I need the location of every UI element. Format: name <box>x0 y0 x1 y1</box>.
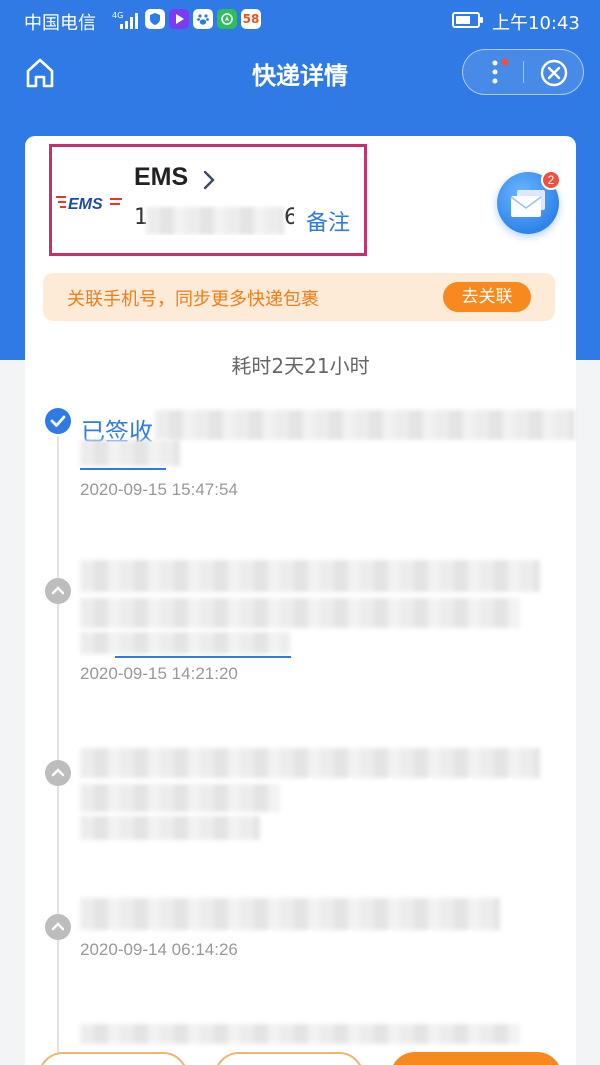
redacted-tracking-number <box>146 207 284 235</box>
mini-program-capsule <box>462 49 584 95</box>
bottom-primary-button[interactable] <box>390 1052 562 1065</box>
chevron-up-icon <box>45 578 71 604</box>
redacted-event-detail <box>80 784 280 812</box>
tracking-number: 1 6 <box>134 205 294 235</box>
chevron-right-icon <box>203 170 215 190</box>
compass-app-icon <box>217 9 237 29</box>
delivery-duration: 耗时2天21小时 <box>231 354 370 378</box>
58-app-icon: 58 <box>241 9 261 29</box>
battery-level <box>456 16 470 24</box>
link-phone-banner: 关联手机号，同步更多快递包裹 去关联 <box>43 273 555 321</box>
express-card: EMS EMS 1 6 备注 2 关联手机号，同步更多快递包裹 去关联 耗时2天… <box>25 136 576 1065</box>
courier-info[interactable]: EMS EMS 1 6 备注 <box>49 144 367 256</box>
event-link-underline <box>115 656 291 658</box>
carrier-name: 中国电信 <box>24 13 96 34</box>
redacted-event-detail <box>80 632 290 654</box>
redacted-event-detail <box>80 440 180 466</box>
status-bar: 中国电信 4G 58 上午10:43 <box>0 0 600 42</box>
redacted-event-detail <box>155 410 575 440</box>
redacted-event-detail <box>80 598 520 628</box>
redacted-event-detail <box>80 1024 520 1044</box>
redacted-event-detail <box>80 816 260 840</box>
chevron-up-icon <box>45 760 71 786</box>
message-button[interactable]: 2 <box>497 170 561 234</box>
message-count-badge: 2 <box>541 170 561 190</box>
battery-icon <box>452 12 483 28</box>
timeline-time: 2020-09-15 15:47:54 <box>80 480 238 499</box>
timeline-line <box>57 436 59 1065</box>
event-link-underline <box>80 468 166 470</box>
baidu-icon <box>193 9 213 29</box>
more-button[interactable] <box>475 54 519 90</box>
bottom-action-button[interactable] <box>38 1052 188 1065</box>
capsule-divider <box>523 61 524 83</box>
express-detail-page: 中国电信 4G 58 上午10:43 快递详情 EMS EMS 1 6 备注 2… <box>0 0 600 1065</box>
signal-icon: 4G <box>112 11 138 29</box>
more-vertical-icon <box>492 58 509 84</box>
close-icon <box>540 59 568 87</box>
redacted-event-detail <box>80 898 500 930</box>
video-app-icon <box>169 9 189 29</box>
ems-logo: EMS <box>56 196 122 213</box>
chevron-up-icon <box>45 914 71 940</box>
timeline-time: 2020-09-15 14:21:20 <box>80 664 238 683</box>
link-phone-button[interactable]: 去关联 <box>443 282 531 312</box>
timeline-time: 2020-09-14 06:14:26 <box>80 940 238 959</box>
courier-name: EMS <box>134 163 189 191</box>
close-button[interactable] <box>533 55 573 91</box>
link-phone-text: 关联手机号，同步更多快递包裹 <box>67 289 319 310</box>
tracking-number-suffix: 6 <box>284 205 294 230</box>
clock: 上午10:43 <box>492 13 580 34</box>
shield-icon <box>145 9 165 29</box>
delivered-check-icon <box>45 408 71 434</box>
redacted-event-detail <box>80 560 540 592</box>
network-type: 4G <box>112 11 123 20</box>
redacted-event-detail <box>80 748 540 778</box>
remark-link[interactable]: 备注 <box>306 205 350 237</box>
bottom-action-button[interactable] <box>214 1052 364 1065</box>
nav-bar: 快递详情 <box>0 42 600 104</box>
ems-logo-text: EMS <box>68 196 103 213</box>
